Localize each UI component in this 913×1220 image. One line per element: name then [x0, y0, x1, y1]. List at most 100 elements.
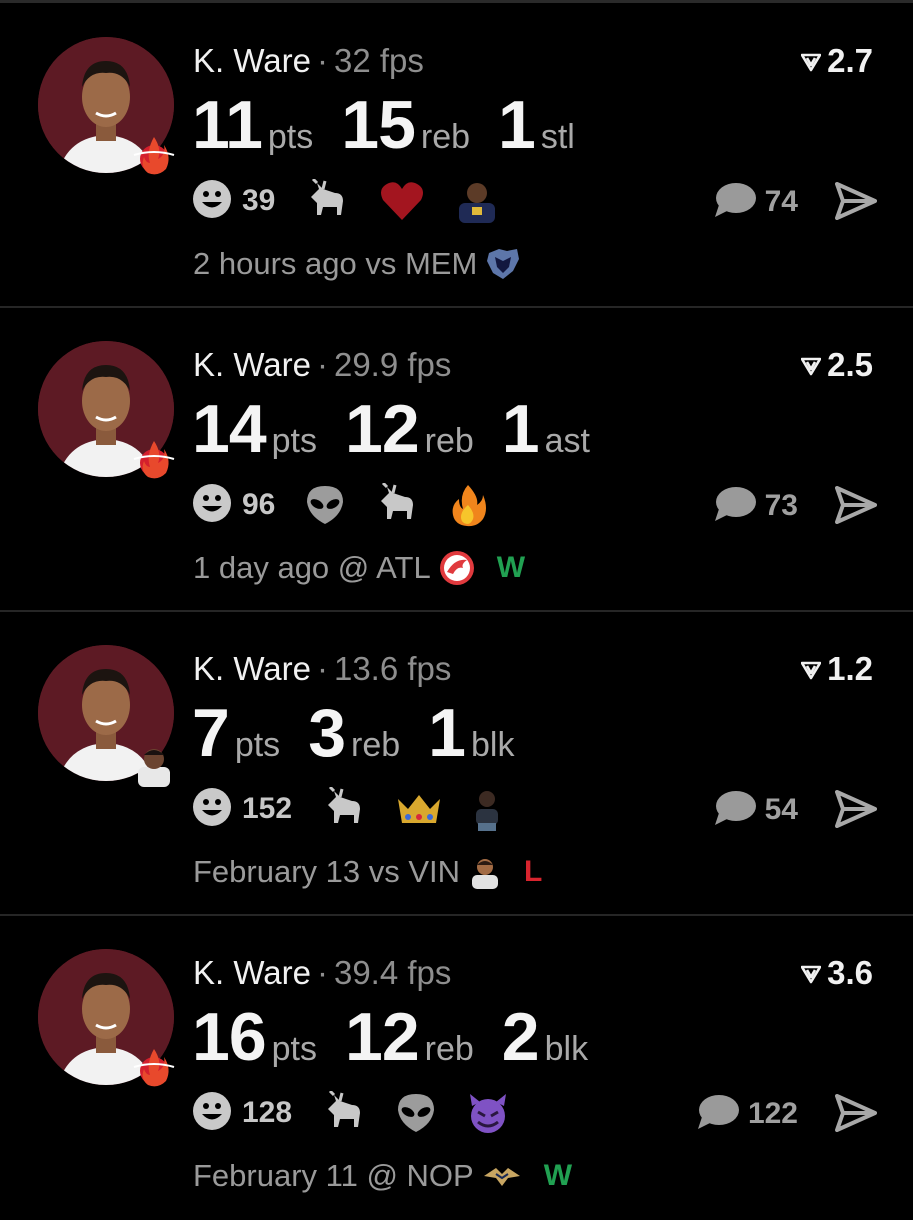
heart-icon[interactable] — [379, 180, 425, 222]
stat-value: 12 — [345, 391, 420, 467]
game-info: February 11 @ NOP W — [193, 1156, 572, 1196]
goat-icon[interactable] — [322, 787, 366, 831]
stat-unit: pts — [234, 726, 281, 764]
game-time-opponent: 2 hours ago vs MEM — [193, 246, 478, 281]
stat-value: 1 — [428, 695, 466, 771]
player-name[interactable]: K. Ware — [193, 346, 311, 383]
stat-value: 1 — [498, 87, 536, 163]
comments-button[interactable]: 74 — [713, 176, 798, 228]
stat-item: 15 reb — [341, 86, 470, 164]
post-header: K. Ware · 32 fps — [193, 40, 424, 82]
stat-unit: pts — [271, 1030, 317, 1068]
game-post-card[interactable]: K. Ware · 32 fps 2.7 11 pts 15 reb 1 stl 39 7… — [0, 4, 913, 308]
goat-icon[interactable] — [322, 1091, 366, 1135]
stat-item: 7 pts — [192, 694, 280, 772]
rating-value: 1.2 — [827, 650, 873, 687]
smiley-react-icon[interactable] — [192, 1091, 232, 1136]
alien-icon[interactable] — [305, 484, 345, 526]
game-result: W — [496, 551, 526, 584]
devil-icon[interactable] — [466, 1092, 510, 1134]
stat-line: 16 pts 12 reb 2 blk — [192, 998, 616, 1078]
stat-line: 7 pts 3 reb 1 blk — [192, 694, 542, 774]
stat-unit: pts — [271, 422, 317, 460]
reaction-count: 39 — [242, 184, 276, 217]
game-time-opponent: February 13 vs VIN — [193, 854, 461, 889]
post-header: K. Ware · 13.6 fps — [193, 648, 451, 690]
game-post-card[interactable]: K. Ware · 13.6 fps 1.2 7 pts 3 reb 1 blk 152 … — [0, 612, 913, 916]
stat-item: 11 pts — [192, 86, 313, 164]
comment-count: 73 — [764, 489, 798, 522]
comments-button[interactable]: 122 — [696, 1088, 798, 1140]
separator-dot: · — [316, 346, 328, 383]
share-send-icon[interactable] — [835, 486, 877, 529]
crown-icon[interactable] — [396, 791, 442, 827]
reaction-bar: 152 — [192, 782, 532, 836]
game-info: 2 hours ago vs MEM — [193, 244, 521, 284]
game-post-card[interactable]: K. Ware · 39.4 fps 3.6 16 pts 12 reb 2 blk 12… — [0, 916, 913, 1220]
stat-value: 16 — [192, 999, 267, 1075]
comment-count: 74 — [764, 185, 798, 218]
game-post-card[interactable]: K. Ware · 29.9 fps 2.5 14 pts 12 reb 1 ast 96… — [0, 308, 913, 612]
comment-bubble-icon — [696, 1093, 740, 1136]
separator-dot: · — [316, 42, 328, 79]
comment-bubble-icon — [713, 485, 757, 528]
person-avatar-icon[interactable] — [472, 787, 502, 831]
pelicans-logo-icon — [482, 1164, 522, 1188]
stat-value: 15 — [341, 87, 416, 163]
player-name[interactable]: K. Ware — [193, 650, 311, 687]
rating-icon — [800, 40, 822, 82]
hawks-logo-icon — [439, 550, 475, 586]
goat-icon[interactable] — [375, 483, 419, 527]
smiley-react-icon[interactable] — [192, 179, 232, 224]
stat-item: 3 reb — [308, 694, 400, 772]
stat-unit: blk — [470, 726, 515, 764]
share-send-icon[interactable] — [835, 182, 877, 225]
player-avatar-icon — [132, 737, 176, 787]
fantasy-points: 13.6 fps — [333, 650, 452, 687]
stat-line: 14 pts 12 reb 1 ast — [192, 390, 618, 470]
rating-value: 3.6 — [827, 954, 873, 991]
goat-icon[interactable] — [305, 179, 349, 223]
stat-value: 3 — [308, 695, 346, 771]
rating-score: 2.7 — [800, 40, 873, 82]
stat-unit: reb — [420, 118, 471, 156]
stat-item: 1 ast — [502, 390, 590, 468]
smiley-react-icon[interactable] — [192, 483, 232, 528]
fantasy-points: 32 fps — [333, 42, 424, 79]
grizzlies-logo-icon — [485, 247, 521, 281]
reaction-bar: 39 — [192, 174, 529, 228]
rating-score: 1.2 — [800, 648, 873, 690]
game-info: February 13 vs VIN L — [193, 852, 542, 892]
top-divider — [0, 0, 913, 3]
share-send-icon[interactable] — [835, 790, 877, 833]
smiley-react-icon[interactable] — [192, 787, 232, 832]
stat-value: 1 — [501, 391, 540, 467]
stat-item: 1 blk — [428, 694, 514, 772]
fire-icon[interactable] — [449, 483, 487, 527]
stat-item: 12 reb — [345, 390, 474, 468]
player-avatar-icon[interactable] — [455, 179, 499, 223]
separator-dot: · — [316, 954, 328, 991]
comment-bubble-icon — [713, 181, 757, 224]
stat-value: 12 — [345, 999, 420, 1075]
comment-count: 54 — [764, 793, 798, 826]
stat-item: 14 pts — [192, 390, 317, 468]
heat-logo-icon — [132, 129, 176, 179]
share-send-icon[interactable] — [835, 1094, 877, 1137]
stat-unit: stl — [540, 118, 575, 156]
post-header: K. Ware · 29.9 fps — [193, 344, 451, 386]
rating-value: 2.5 — [827, 346, 873, 383]
comments-button[interactable]: 54 — [713, 784, 798, 836]
stat-item: 12 reb — [345, 998, 474, 1076]
fantasy-points: 29.9 fps — [333, 346, 452, 383]
reaction-bar: 128 — [192, 1086, 540, 1140]
heat-logo-icon — [132, 1041, 176, 1091]
game-result: L — [524, 855, 543, 888]
player-name[interactable]: K. Ware — [193, 42, 311, 79]
player-name[interactable]: K. Ware — [193, 954, 311, 991]
reaction-count: 152 — [242, 792, 293, 825]
alien-icon[interactable] — [396, 1092, 436, 1134]
comments-button[interactable]: 73 — [713, 480, 798, 532]
rating-score: 2.5 — [800, 344, 873, 386]
reaction-count: 128 — [242, 1096, 293, 1129]
